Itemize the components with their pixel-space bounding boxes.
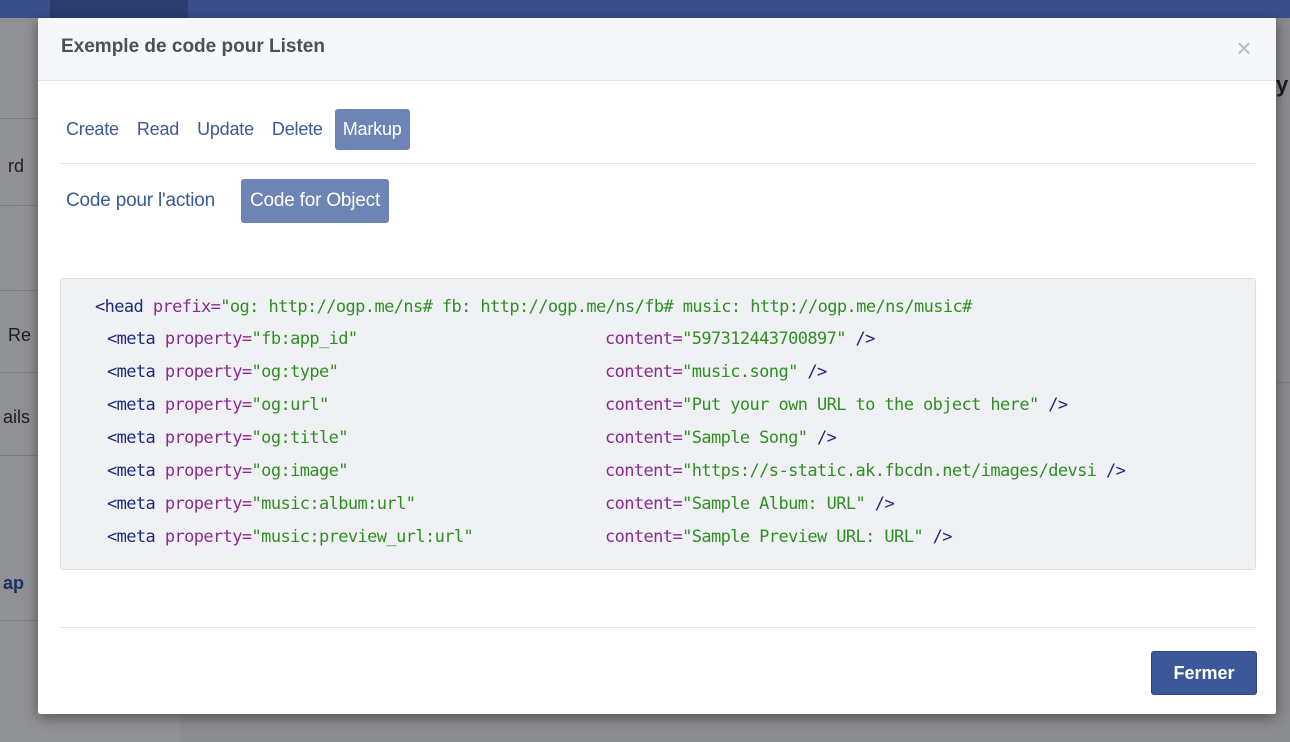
- code-line-meta: <meta property="og:type" content="music.s…: [107, 362, 827, 382]
- code-string: "https://s-static.ak.fbcdn.net/images/de…: [682, 461, 1097, 481]
- code-tag: <meta: [107, 395, 156, 415]
- code-string: "597312443700897": [682, 329, 846, 349]
- background-divider: [0, 290, 38, 291]
- background-divider: [0, 620, 38, 621]
- code-attribute: property=: [155, 428, 252, 448]
- code-tag: <meta: [107, 527, 156, 547]
- code-line-meta: <meta property="music:preview_url:url" co…: [107, 527, 952, 547]
- code-string: "music:preview_url:url": [251, 527, 474, 547]
- background-text-fragment: ails: [3, 407, 31, 427]
- tab-markup[interactable]: Markup: [334, 108, 410, 150]
- background-text-fragment: Re: [8, 325, 32, 345]
- code-attribute: property=: [155, 395, 252, 415]
- footer-divider: [60, 627, 1256, 628]
- code-line-meta: <meta property="og:image" content="https:…: [107, 461, 1126, 481]
- code-string: "og:image": [251, 461, 349, 481]
- code-string: "music.song": [682, 362, 798, 382]
- code-line-meta: <meta property="og:title" content="Sample…: [107, 428, 837, 448]
- code-attribute: property=: [155, 494, 252, 514]
- code-content-attribute: content="Sample Preview URL: URL" />: [605, 527, 952, 547]
- code-attribute: property=: [155, 329, 252, 349]
- tab-code-for-object[interactable]: Code for Object: [240, 179, 390, 223]
- code-string: "og:url": [251, 395, 330, 415]
- code-tag: <meta: [107, 329, 156, 349]
- background-link-fragment: ap: [3, 573, 25, 593]
- close-icon[interactable]: ×: [1230, 34, 1258, 62]
- code-tag: <head: [95, 297, 144, 317]
- background-divider: [0, 372, 38, 373]
- code-tag: <meta: [107, 362, 156, 382]
- background-top-tab: [50, 0, 188, 18]
- code-string: "music:album:url": [251, 494, 416, 514]
- code-content-attribute: content="Put your own URL to the object …: [605, 395, 1068, 415]
- code-tag: <meta: [107, 428, 156, 448]
- tab-update[interactable]: Update: [191, 111, 260, 148]
- code-attribute: content=: [605, 494, 683, 514]
- background-divider: [1276, 382, 1290, 383]
- code-tabs: Code pour l'action Code for Object: [60, 179, 390, 223]
- code-line-meta: <meta property="music:album:url" content=…: [107, 494, 895, 514]
- code-tag: <meta: [107, 494, 156, 514]
- tab-delete[interactable]: Delete: [266, 111, 329, 148]
- code-tag: <meta: [107, 461, 156, 481]
- code-content-attribute: content="597312443700897" />: [605, 329, 875, 349]
- code-tag: />: [922, 527, 953, 547]
- tab-read[interactable]: Read: [131, 111, 185, 148]
- code-string: "Sample Song": [682, 428, 808, 448]
- code-string: "Sample Preview URL: URL": [682, 527, 923, 547]
- code-tag: />: [797, 362, 827, 382]
- code-attribute: content=: [605, 527, 683, 547]
- code-attribute: content=: [605, 428, 683, 448]
- code-line-meta: <meta property="fb:app_id" content="59731…: [107, 329, 875, 349]
- code-attribute: prefix=: [143, 297, 221, 317]
- code-attribute: property=: [155, 461, 252, 481]
- code-tag: />: [865, 494, 895, 514]
- code-string: "Put your own URL to the object here": [682, 395, 1039, 415]
- code-attribute: property=: [155, 362, 252, 382]
- dialog-header: Exemple de code pour Listen ×: [38, 18, 1276, 81]
- code-string: "og: http://ogp.me/ns# fb: http://ogp.me…: [220, 297, 972, 317]
- background-text-fragment: rd: [8, 156, 25, 176]
- background-divider: [0, 205, 38, 206]
- code-line-head: <head prefix="og: http://ogp.me/ns# fb: …: [95, 297, 972, 317]
- background-divider: [0, 455, 38, 456]
- code-attribute: property=: [155, 527, 252, 547]
- operation-tabs: Create Read Update Delete Markup: [60, 107, 410, 151]
- background-text-fragment: y: [1276, 72, 1289, 97]
- close-button[interactable]: Fermer: [1151, 651, 1257, 695]
- code-attribute: content=: [605, 362, 683, 382]
- code-string: "fb:app_id": [251, 329, 359, 349]
- code-string: "og:title": [251, 428, 349, 448]
- code-string: "Sample Album: URL": [682, 494, 866, 514]
- tab-code-for-action[interactable]: Code pour l'action: [60, 182, 221, 220]
- background-top-bar: [0, 0, 1290, 18]
- background-divider: [0, 118, 38, 119]
- code-content-attribute: content="Sample Song" />: [605, 428, 837, 448]
- code-tag: />: [807, 428, 837, 448]
- code-line-meta: <meta property="og:url" content="Put your…: [107, 395, 1068, 415]
- tabs-divider: [60, 163, 1256, 164]
- code-attribute: content=: [605, 329, 683, 349]
- code-sample-dialog: Exemple de code pour Listen × Create Rea…: [38, 18, 1276, 714]
- code-tag: />: [1096, 461, 1126, 481]
- code-attribute: content=: [605, 461, 683, 481]
- dialog-title: Exemple de code pour Listen: [61, 36, 325, 57]
- code-content-attribute: content="https://s-static.ak.fbcdn.net/i…: [605, 461, 1126, 481]
- code-attribute: content=: [605, 395, 683, 415]
- code-content-attribute: content="music.song" />: [605, 362, 827, 382]
- code-tag: />: [845, 329, 876, 349]
- tab-create[interactable]: Create: [60, 111, 125, 148]
- code-string: "og:type": [251, 362, 339, 382]
- code-tag: />: [1038, 395, 1068, 415]
- code-block: <head prefix="og: http://ogp.me/ns# fb: …: [60, 278, 1256, 570]
- code-content-attribute: content="Sample Album: URL" />: [605, 494, 895, 514]
